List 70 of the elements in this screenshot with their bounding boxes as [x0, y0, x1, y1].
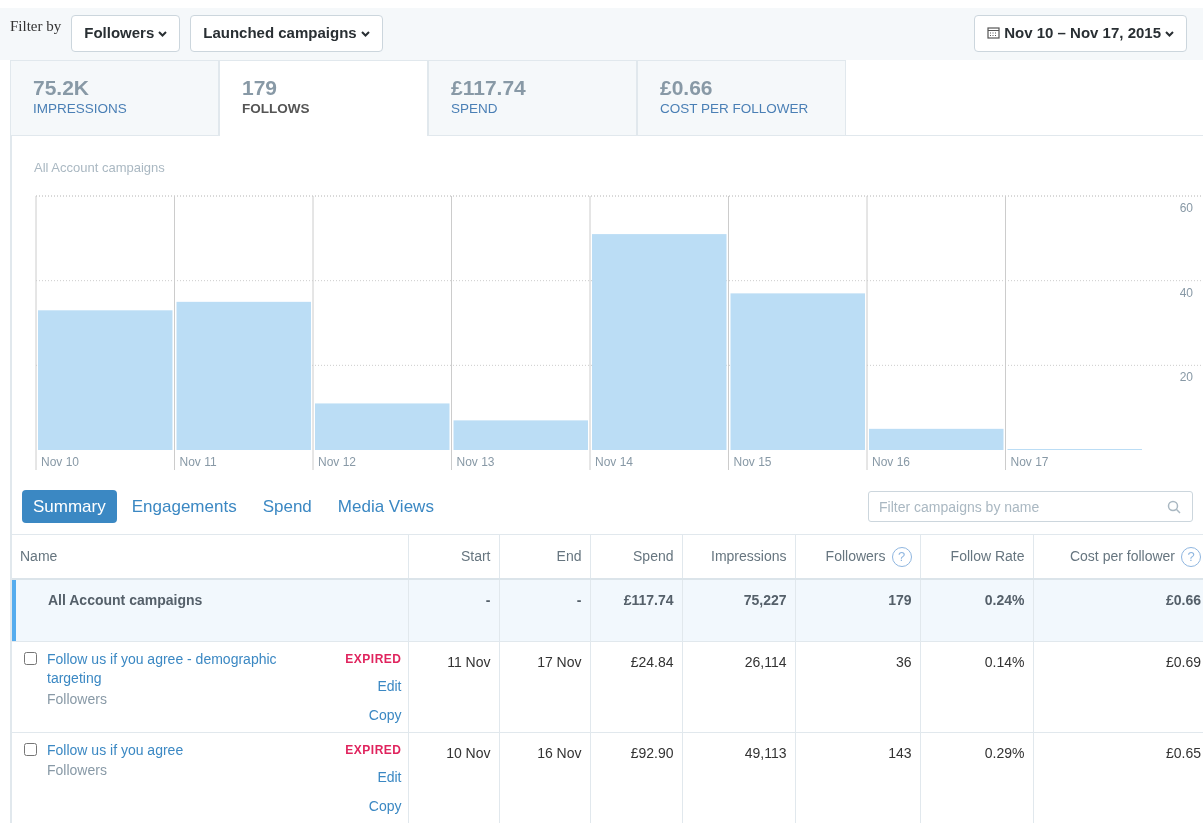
- table-cell: 11 Nov: [447, 653, 491, 670]
- axis-tick-label: Nov 15: [733, 454, 772, 469]
- view-tab[interactable]: Engagements: [120, 489, 248, 524]
- axis-tick-label: Nov 14: [595, 454, 634, 469]
- axis-tick-label: 40: [1179, 285, 1193, 300]
- axis-tick-label: Nov 12: [318, 454, 357, 469]
- status-label: EXPIRED: [345, 650, 402, 668]
- campaign-objective: Followers: [47, 761, 108, 781]
- table-cell: £0.65: [1165, 744, 1201, 761]
- table-cell: £0.69: [1165, 653, 1201, 670]
- table-cell: £117.74: [623, 592, 674, 608]
- chart-title: All Account campaigns: [33, 159, 166, 177]
- campaign-objective: Followers: [47, 689, 108, 709]
- axis-tick-label: 60: [1179, 200, 1193, 215]
- view-tab[interactable]: Summary: [22, 489, 117, 524]
- column-header[interactable]: Spend: [633, 547, 674, 564]
- view-tab[interactable]: Spend: [251, 489, 323, 524]
- column-header[interactable]: Start: [460, 547, 491, 564]
- filter-dropdown[interactable]: Launched campaigns: [190, 15, 383, 52]
- axis-tick-label: Nov 11: [179, 454, 217, 469]
- filter-dropdown[interactable]: Followers: [71, 15, 181, 52]
- table-cell: 0.29%: [984, 744, 1025, 761]
- search-icon: [1167, 500, 1181, 514]
- action-link[interactable]: Copy: [345, 704, 402, 726]
- table-cell: 75,227: [743, 592, 787, 608]
- table-cell: 143: [888, 744, 912, 761]
- table-cell: 36: [895, 653, 912, 670]
- table-cell: 49,113: [744, 744, 787, 761]
- table-cell: 17 Nov: [537, 653, 582, 670]
- axis-tick-label: 20: [1179, 369, 1193, 384]
- column-header[interactable]: Cost per follower: [1069, 547, 1175, 564]
- table-cell: 0.24%: [984, 592, 1025, 608]
- campaign-link[interactable]: Follow us if you agree - demographic targeting: [47, 649, 287, 689]
- status-label: EXPIRED: [345, 741, 402, 759]
- metric-tab[interactable]: £117.74 SPEND: [428, 60, 637, 135]
- table-cell: 26,114: [744, 653, 787, 670]
- metric-tab[interactable]: 75.2K IMPRESSIONS: [10, 60, 219, 135]
- column-header[interactable]: Name: [20, 547, 58, 564]
- date-range-dropdown[interactable]: Nov 10 – Nov 17, 2015: [974, 15, 1187, 52]
- table-cell: 179: [888, 592, 912, 608]
- table-cell: £0.66: [1165, 592, 1201, 608]
- caret-icon: [1165, 31, 1174, 38]
- campaign-link[interactable]: Follow us if you agree: [47, 740, 287, 761]
- table-cell: All Account campaigns: [48, 592, 203, 608]
- table-cell: £24.84: [630, 653, 674, 670]
- row-checkbox[interactable]: [24, 742, 37, 756]
- table-cell: -: [485, 592, 491, 608]
- caret-icon: [360, 31, 370, 38]
- axis-tick-label: Nov 17: [1010, 454, 1049, 469]
- action-link[interactable]: Edit: [345, 766, 402, 788]
- view-tab[interactable]: Media Views: [326, 489, 445, 524]
- metric-tab[interactable]: 179 FOLLOWS: [219, 60, 428, 136]
- action-link[interactable]: Copy: [345, 795, 402, 817]
- search-field[interactable]: Filter campaigns by name: [868, 491, 1193, 522]
- table-cell: 16 Nov: [537, 744, 582, 761]
- caret-icon: [158, 31, 168, 38]
- axis-tick-label: Nov 13: [456, 454, 495, 469]
- table-cell: -: [576, 592, 582, 608]
- column-header[interactable]: End: [556, 547, 582, 564]
- action-link[interactable]: Edit: [345, 675, 402, 697]
- axis-tick-label: Nov 16: [872, 454, 911, 469]
- column-header[interactable]: Followers: [825, 547, 886, 564]
- calendar-icon: [987, 26, 1001, 39]
- filter-label: Filter by: [10, 17, 62, 36]
- table-cell: 0.14%: [984, 653, 1025, 670]
- metric-tab[interactable]: £0.66 COST PER FOLLOWER: [637, 60, 846, 135]
- axis-tick-label: Nov 10: [41, 454, 80, 469]
- table-cell: £92.90: [630, 744, 674, 761]
- row-checkbox[interactable]: [24, 651, 37, 665]
- table-cell: 10 Nov: [446, 744, 491, 761]
